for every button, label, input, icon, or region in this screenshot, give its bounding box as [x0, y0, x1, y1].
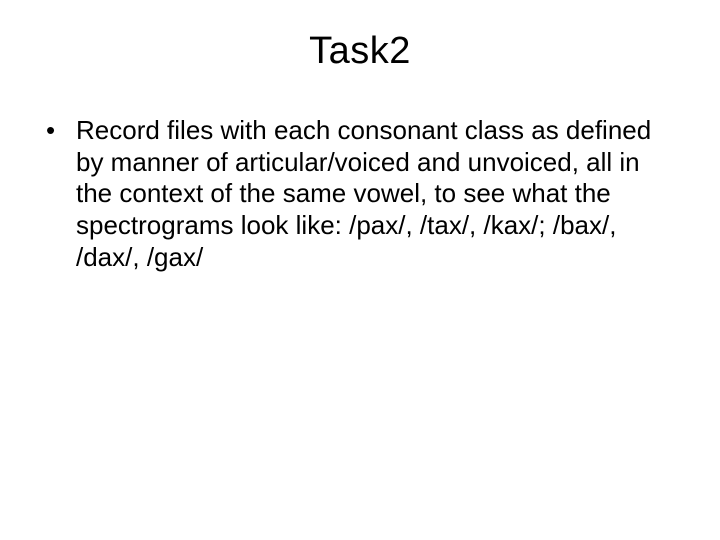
bullet-list: Record files with each consonant class a… — [40, 115, 680, 274]
slide-body: Record files with each consonant class a… — [32, 115, 688, 274]
list-item: Record files with each consonant class a… — [40, 115, 680, 274]
slide: Task2 Record files with each consonant c… — [0, 0, 720, 540]
slide-title: Task2 — [32, 30, 688, 73]
